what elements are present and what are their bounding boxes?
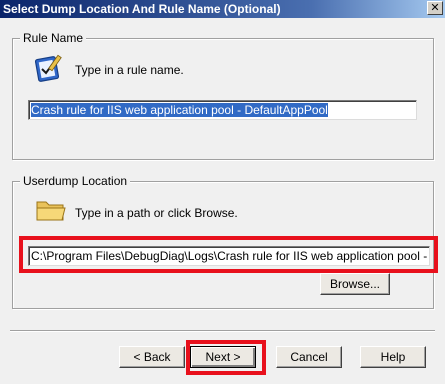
help-button[interactable]: Help [360, 346, 426, 368]
userdump-path-value: C:\Program Files\DebugDiag\Logs\Crash ru… [31, 249, 429, 263]
browse-button[interactable]: Browse... [320, 273, 390, 295]
window-title: Select Dump Location And Rule Name (Opti… [3, 2, 281, 16]
footer-separator [10, 330, 435, 332]
userdump-path-input[interactable]: C:\Program Files\DebugDiag\Logs\Crash ru… [28, 246, 430, 266]
back-button[interactable]: < Back [119, 346, 185, 368]
close-button[interactable]: ✕ [427, 1, 443, 15]
next-button-label: Next > [205, 350, 241, 364]
browse-button-label: Browse... [329, 277, 380, 291]
help-button-label: Help [380, 350, 406, 364]
cancel-button-label: Cancel [290, 350, 328, 364]
rule-name-group-label: Rule Name [20, 31, 87, 45]
folder-icon [35, 196, 67, 224]
cancel-button[interactable]: Cancel [276, 346, 342, 368]
rule-name-hint: Type in a rule name. [75, 63, 184, 77]
dialog-window: Select Dump Location And Rule Name (Opti… [0, 0, 445, 384]
userdump-location-group-label: Userdump Location [20, 174, 131, 188]
rule-name-input[interactable]: Crash rule for IIS web application pool … [28, 100, 417, 120]
userdump-hint: Type in a path or click Browse. [75, 206, 238, 220]
rule-name-value: Crash rule for IIS web application pool … [31, 103, 328, 117]
close-icon: ✕ [430, 1, 440, 14]
next-button[interactable]: Next > [190, 346, 256, 368]
notepad-check-icon [32, 52, 64, 84]
rule-name-group [12, 38, 434, 160]
back-button-label: < Back [133, 350, 171, 364]
title-bar[interactable]: Select Dump Location And Rule Name (Opti… [0, 0, 445, 18]
